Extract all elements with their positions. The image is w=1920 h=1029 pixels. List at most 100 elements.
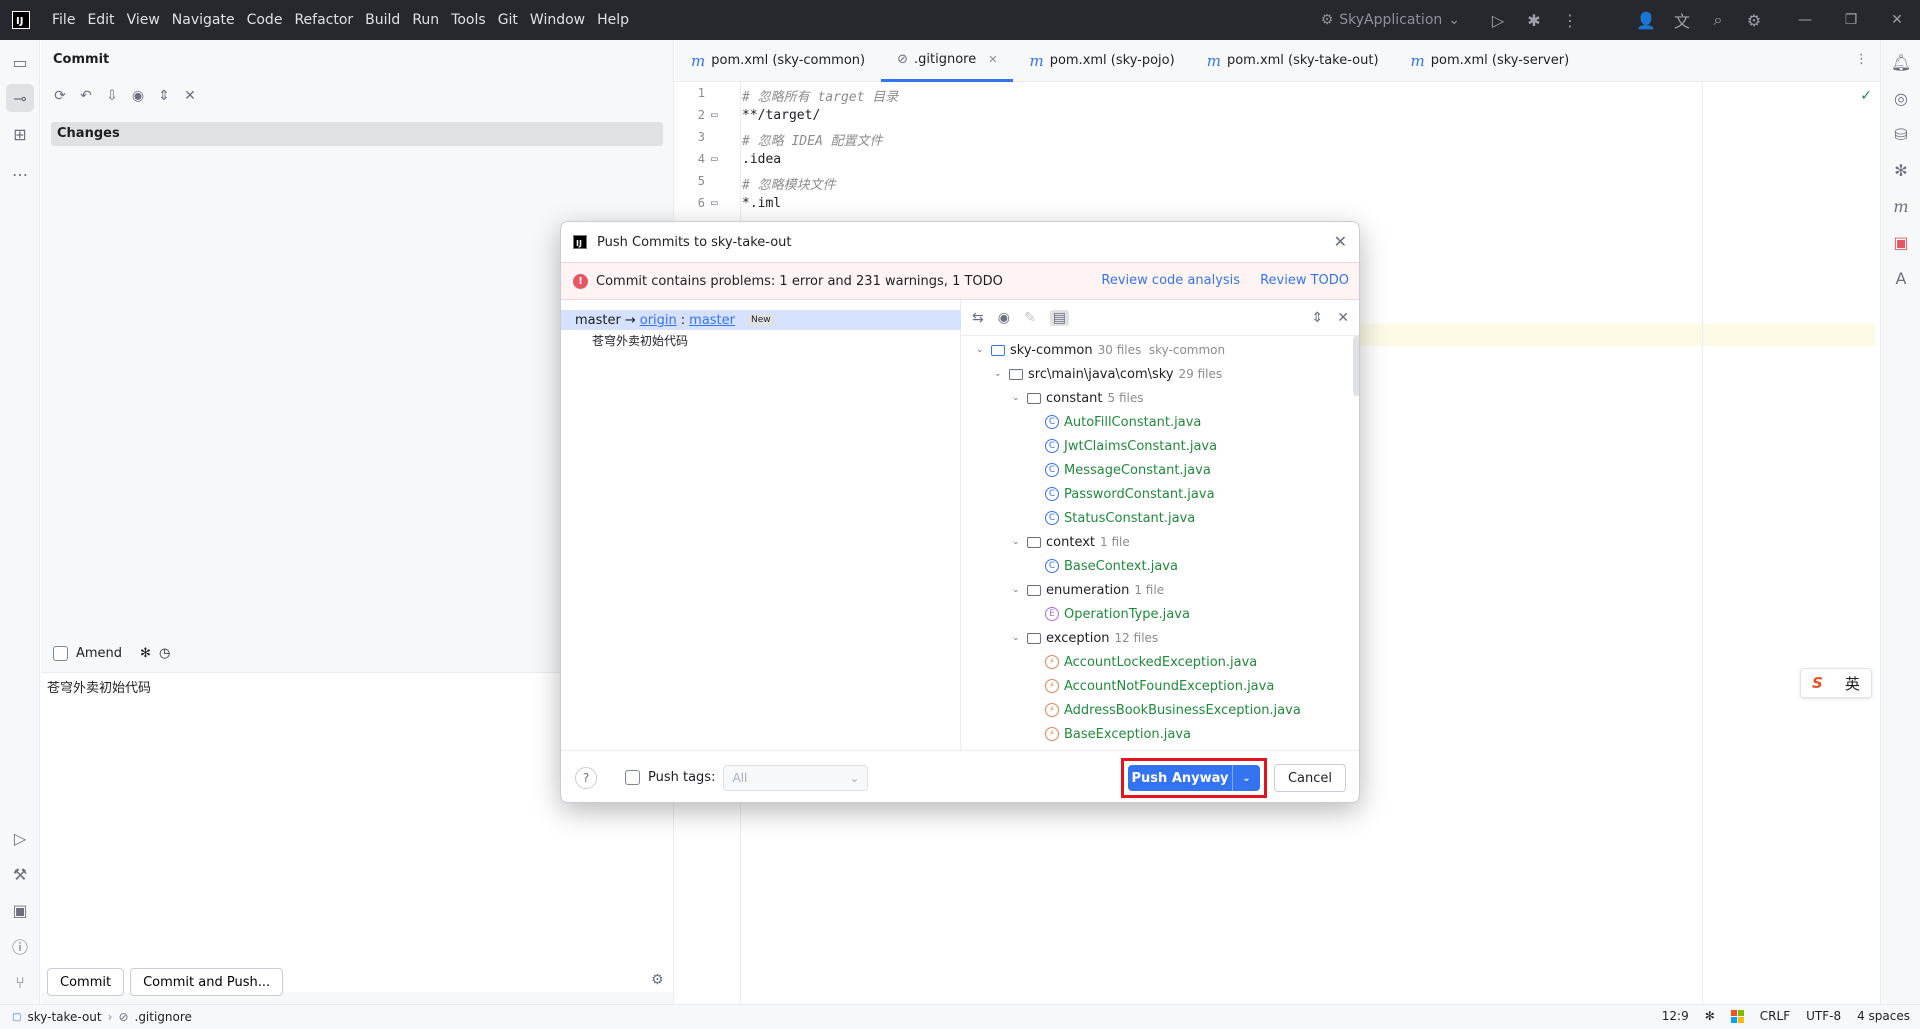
menu-code[interactable]: Code xyxy=(247,12,283,28)
tree-node[interactable]: C AutoFillConstant.java xyxy=(1045,410,1201,434)
tree-node[interactable]: C BaseContext.java xyxy=(1045,554,1178,578)
menu-git[interactable]: Git xyxy=(498,12,518,28)
editor-tab[interactable]: m pom.xml (sky-pojo) xyxy=(1013,40,1190,82)
menu-navigate[interactable]: Navigate xyxy=(172,12,235,28)
editor-tab[interactable]: m pom.xml (sky-take-out) xyxy=(1191,40,1395,82)
indent-setting[interactable]: 4 spaces xyxy=(1857,1009,1910,1023)
breadcrumb-project[interactable]: sky-take-out xyxy=(27,1010,101,1024)
tree-node[interactable]: ⚡ BaseException.java xyxy=(1045,722,1191,746)
menu-view[interactable]: View xyxy=(127,12,160,28)
run-config-selector[interactable]: ⚙ SkyApplication ⌄ xyxy=(1321,12,1460,28)
push-anyway-button[interactable]: Push Anyway ⌄ xyxy=(1128,765,1260,791)
commit-and-push-button[interactable]: Commit and Push... xyxy=(130,968,284,996)
close-tab-icon[interactable]: ✕ xyxy=(988,53,997,66)
ai-status-icon[interactable]: ✻ xyxy=(1705,1009,1715,1023)
rollback-icon[interactable]: ↶ xyxy=(77,88,95,104)
file-encoding[interactable]: UTF-8 xyxy=(1806,1009,1841,1023)
add-user-icon[interactable]: 👤 xyxy=(1628,0,1664,40)
amend-checkbox[interactable] xyxy=(53,646,68,661)
editor-tab[interactable]: ⊘ .gitignore ✕ xyxy=(881,40,1014,82)
ime-indicator[interactable]: S 英 xyxy=(1800,668,1872,698)
show-diff-icon[interactable]: ◉ xyxy=(129,88,147,104)
menu-refactor[interactable]: Refactor xyxy=(294,12,353,28)
tree-node[interactable]: ⌄ enumeration 1 file xyxy=(1012,578,1164,602)
translation-panel-icon[interactable]: A xyxy=(1887,264,1915,292)
chevron-down-icon[interactable]: ⌄ xyxy=(976,345,986,355)
tree-node[interactable]: ⌄ exception 12 files xyxy=(1012,626,1158,650)
structure-icon[interactable]: ⊞ xyxy=(6,120,34,148)
menu-help[interactable]: Help xyxy=(597,12,629,28)
close-window-button[interactable]: ✕ xyxy=(1874,0,1920,40)
more-actions-icon[interactable]: ⋮ xyxy=(1552,0,1588,40)
review-code-analysis-link[interactable]: Review code analysis xyxy=(1101,273,1240,288)
tree-node[interactable]: C MessageConstant.java xyxy=(1045,458,1211,482)
minimize-button[interactable]: — xyxy=(1782,0,1828,40)
database-icon[interactable]: ⛁ xyxy=(1887,120,1915,148)
windows-logo-icon[interactable] xyxy=(1730,1009,1744,1023)
menu-file[interactable]: File xyxy=(52,12,75,28)
menu-tools[interactable]: Tools xyxy=(451,12,486,28)
app-logo-icon[interactable]: IJ xyxy=(12,11,30,29)
ai-chat-icon[interactable]: ✻ xyxy=(1887,156,1915,184)
collapse-all-icon[interactable]: ✕ xyxy=(1337,310,1349,326)
tree-node[interactable]: ⌄ context 1 file xyxy=(1012,530,1130,554)
ai-assistant-icon[interactable]: ✻ xyxy=(140,646,151,661)
menu-edit[interactable]: Edit xyxy=(87,12,114,28)
menu-window[interactable]: Window xyxy=(530,12,585,28)
cancel-button[interactable]: Cancel xyxy=(1274,764,1346,792)
tab-more-icon[interactable]: ⋮ xyxy=(1855,52,1868,67)
maven-icon[interactable]: m xyxy=(1887,192,1915,220)
git-branch-icon[interactable]: ⑂ xyxy=(6,968,34,996)
tree-node[interactable]: ⌄ constant 5 files xyxy=(1012,386,1144,410)
commit-button[interactable]: Commit xyxy=(47,968,125,996)
remote-branch-link[interactable]: master xyxy=(689,313,735,328)
run-icon[interactable]: ▷ xyxy=(1480,0,1516,40)
commit-options-gear-icon[interactable]: ⚙ xyxy=(651,972,664,988)
group-by-icon[interactable]: ▤ xyxy=(1049,309,1069,326)
terminal-icon[interactable]: ▣ xyxy=(6,896,34,924)
chevron-down-icon[interactable]: ⌄ xyxy=(1012,633,1022,643)
caret-position[interactable]: 12:9 xyxy=(1662,1009,1689,1023)
problems-icon[interactable]: ⓘ xyxy=(6,932,34,960)
debug-icon[interactable]: ✱ xyxy=(1516,0,1552,40)
show-diff-eye-icon[interactable]: ◉ xyxy=(998,310,1010,326)
search-icon[interactable]: ⌕ xyxy=(1700,0,1736,40)
restore-button[interactable]: ❐ xyxy=(1828,0,1874,40)
push-tags-checkbox[interactable] xyxy=(625,770,640,785)
editor-tab[interactable]: m pom.xml (sky-server) xyxy=(1395,40,1586,82)
collapse-all-icon[interactable]: ✕ xyxy=(181,88,199,104)
ai-assistant-swirl-icon[interactable]: ◎ xyxy=(1887,84,1915,112)
tree-node[interactable]: ⚡ AddressBookBusinessException.java xyxy=(1045,698,1301,722)
tree-node[interactable]: C JwtClaimsConstant.java xyxy=(1045,434,1217,458)
plugin-red-icon[interactable]: ▣ xyxy=(1887,228,1915,256)
tree-node[interactable]: ⚡ AccountLockedException.java xyxy=(1045,650,1257,674)
chevron-down-icon[interactable]: ⌄ xyxy=(994,369,1004,379)
commit-list-item[interactable]: 苍穹外卖初始代码 xyxy=(592,332,688,349)
history-clock-icon[interactable]: ◷ xyxy=(159,646,170,661)
tree-node[interactable]: C PasswordConstant.java xyxy=(1045,482,1215,506)
remote-name-link[interactable]: origin xyxy=(640,313,677,328)
branch-row[interactable]: master → origin : master New xyxy=(561,310,961,330)
chevron-down-icon[interactable]: ⌄ xyxy=(1012,537,1022,547)
tree-node[interactable]: ⌄ src\main\java\com\sky 29 files xyxy=(994,362,1222,386)
tree-node[interactable]: C StatusConstant.java xyxy=(1045,506,1195,530)
menu-build[interactable]: Build xyxy=(365,12,400,28)
help-button[interactable]: ? xyxy=(575,766,597,789)
chevron-down-icon[interactable]: ⌄ xyxy=(1012,585,1022,595)
more-tools-icon[interactable]: … xyxy=(6,156,34,184)
push-tags-select[interactable]: All ⌄ xyxy=(723,764,869,791)
expand-all-icon[interactable]: ⇕ xyxy=(155,88,173,104)
build-hammer-icon[interactable]: ⚒ xyxy=(6,860,34,888)
close-icon[interactable]: ✕ xyxy=(1334,232,1347,251)
changes-group[interactable]: Changes xyxy=(51,122,663,146)
notifications-bell-icon[interactable]: 🔔︎ xyxy=(1887,48,1915,76)
translate-icon[interactable]: 文 xyxy=(1664,0,1700,40)
project-folder-icon[interactable]: ▭ xyxy=(6,48,34,76)
tree-node[interactable]: E OperationType.java xyxy=(1045,602,1190,626)
tree-node[interactable]: ⚡ AccountNotFoundException.java xyxy=(1045,674,1274,698)
services-icon[interactable]: ▷ xyxy=(6,824,34,852)
shelve-icon[interactable]: ⇩ xyxy=(103,88,121,104)
breadcrumb-file[interactable]: .gitignore xyxy=(135,1010,192,1024)
chevron-down-icon[interactable]: ⌄ xyxy=(1012,393,1022,403)
push-options-chevron-icon[interactable]: ⌄ xyxy=(1232,765,1260,791)
